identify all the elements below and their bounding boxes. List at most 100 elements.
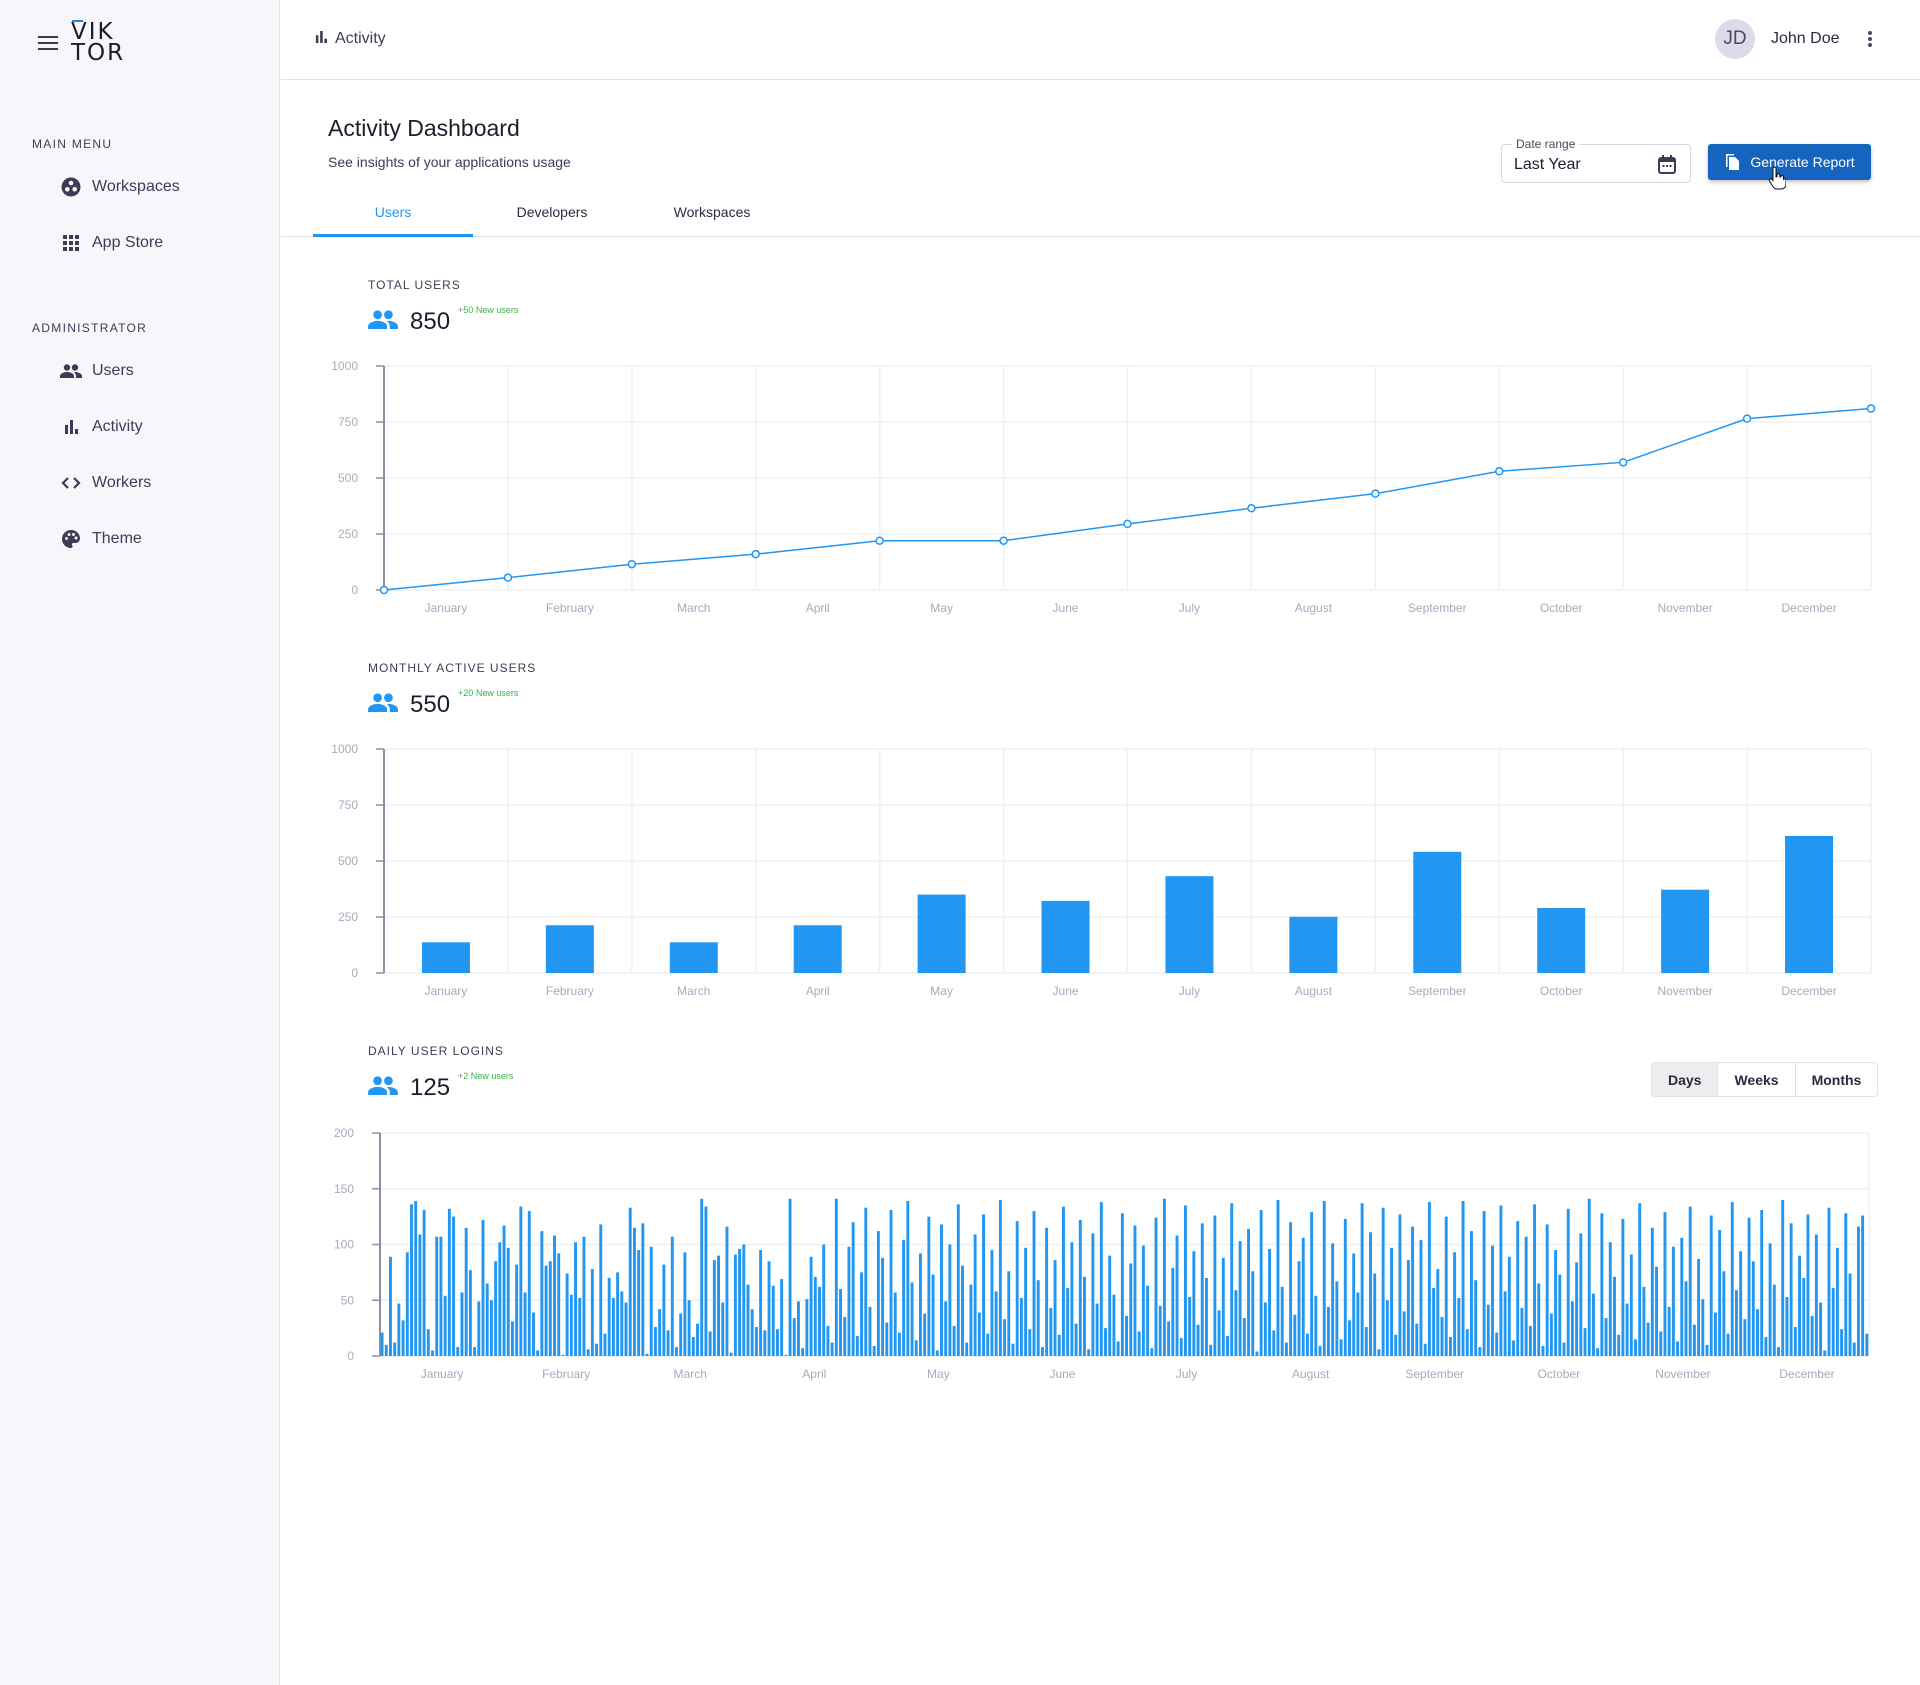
x-tick-label: March bbox=[677, 601, 710, 615]
data-bar bbox=[418, 1234, 422, 1356]
x-tick-label: September bbox=[1408, 984, 1467, 998]
data-bar bbox=[918, 1253, 922, 1356]
data-bar bbox=[1760, 1209, 1764, 1356]
data-bar bbox=[1676, 1341, 1680, 1356]
data-bar bbox=[1743, 1319, 1747, 1356]
data-bar bbox=[1213, 1215, 1217, 1356]
monthly-active-users-bar-chart: 0 250 500 750 1000 January February March April M… bbox=[331, 742, 1872, 998]
date-range-field[interactable]: Date range Last Year bbox=[1501, 137, 1691, 183]
data-bar bbox=[801, 1348, 805, 1356]
tab-workspaces[interactable]: Workspaces bbox=[632, 204, 792, 237]
toggle-months[interactable]: Months bbox=[1796, 1063, 1878, 1096]
hamburger-menu-icon[interactable] bbox=[38, 36, 58, 50]
data-bar bbox=[931, 1274, 935, 1356]
data-bar bbox=[1104, 1328, 1107, 1356]
data-bar bbox=[515, 1264, 519, 1356]
data-bar bbox=[784, 1354, 788, 1356]
data-bar bbox=[637, 1250, 641, 1356]
data-bar bbox=[1192, 1251, 1196, 1356]
data-bar bbox=[1402, 1311, 1406, 1356]
data-bar bbox=[1108, 1255, 1112, 1356]
data-bar bbox=[1768, 1243, 1772, 1356]
user-name[interactable]: John Doe bbox=[1771, 30, 1840, 48]
data-bar bbox=[586, 1349, 590, 1356]
data-bar bbox=[1146, 1285, 1150, 1356]
sidebar-item-workspaces[interactable]: Workspaces bbox=[60, 176, 180, 198]
more-vert-icon[interactable] bbox=[1867, 31, 1873, 49]
tab-users[interactable]: Users bbox=[313, 204, 473, 237]
data-bar bbox=[401, 1320, 405, 1356]
data-bar bbox=[1713, 1312, 1717, 1356]
data-bar bbox=[1348, 1320, 1351, 1356]
data-bar bbox=[1217, 1310, 1221, 1356]
data-bar bbox=[809, 1256, 813, 1356]
data-bar bbox=[1091, 1233, 1095, 1356]
data-bar bbox=[1684, 1281, 1688, 1356]
x-tick-label: November bbox=[1655, 1367, 1710, 1381]
data-bar bbox=[1188, 1296, 1192, 1356]
data-bar bbox=[393, 1342, 397, 1356]
data-bar bbox=[1230, 1203, 1234, 1356]
data-bar bbox=[876, 1231, 880, 1356]
users-icon bbox=[368, 1076, 398, 1100]
data-bar bbox=[767, 1261, 771, 1356]
data-bar bbox=[1617, 1334, 1621, 1356]
data-bar bbox=[1516, 1221, 1520, 1356]
data-bar bbox=[473, 1347, 477, 1356]
data-bar bbox=[498, 1242, 502, 1356]
data-bar bbox=[1305, 1333, 1309, 1356]
data-bar bbox=[855, 1335, 859, 1356]
data-bar bbox=[582, 1236, 586, 1356]
y-tick-label: 500 bbox=[338, 854, 358, 868]
data-bar bbox=[523, 1292, 527, 1356]
generate-report-button[interactable]: Generate Report bbox=[1708, 144, 1871, 180]
avatar[interactable]: JD bbox=[1715, 19, 1755, 59]
data-bar bbox=[1448, 1337, 1452, 1356]
toggle-days[interactable]: Days bbox=[1652, 1063, 1719, 1096]
logo[interactable]: VIK TOR bbox=[71, 20, 125, 65]
data-bar bbox=[704, 1206, 708, 1356]
data-bar bbox=[510, 1321, 514, 1356]
data-bar bbox=[1482, 1211, 1486, 1356]
data-bar bbox=[1781, 1199, 1785, 1356]
total-users-label: TOTAL USERS bbox=[368, 278, 461, 292]
data-bar bbox=[1520, 1308, 1524, 1356]
x-tick-label: November bbox=[1657, 984, 1712, 998]
data-bar bbox=[990, 1250, 994, 1356]
data-bar bbox=[1735, 1290, 1738, 1356]
data-bar bbox=[1844, 1213, 1848, 1356]
sidebar-item-app-store[interactable]: App Store bbox=[60, 232, 163, 254]
data-bar bbox=[1150, 1348, 1154, 1356]
toggle-weeks[interactable]: Weeks bbox=[1718, 1063, 1796, 1096]
data-bar bbox=[994, 1291, 998, 1356]
data-bar bbox=[481, 1219, 485, 1356]
data-bar bbox=[439, 1236, 443, 1356]
y-tick-label: 1000 bbox=[331, 742, 358, 756]
data-bar bbox=[414, 1201, 418, 1356]
data-bar bbox=[1613, 1276, 1616, 1356]
tab-developers[interactable]: Developers bbox=[472, 204, 632, 237]
data-bar bbox=[1541, 1345, 1545, 1356]
y-tick-label: 0 bbox=[351, 966, 358, 980]
data-bar bbox=[669, 942, 718, 973]
sidebar-item-label: Workspaces bbox=[92, 178, 180, 195]
data-point bbox=[1618, 458, 1628, 467]
data-bar bbox=[1661, 889, 1710, 973]
data-bar bbox=[1789, 1223, 1793, 1356]
x-tick-label: October bbox=[1540, 601, 1583, 615]
data-bar bbox=[485, 1283, 489, 1356]
data-point bbox=[1247, 503, 1256, 513]
data-bar bbox=[1600, 1213, 1604, 1356]
calendar-icon[interactable] bbox=[1658, 155, 1676, 179]
data-bar bbox=[506, 1247, 510, 1356]
page-subtitle: See insights of your applications usage bbox=[328, 154, 571, 170]
data-bar bbox=[1423, 1343, 1427, 1356]
data-bar bbox=[532, 1312, 535, 1356]
data-bar bbox=[1583, 1328, 1587, 1356]
total-users-value: 850 bbox=[410, 308, 451, 335]
data-bar bbox=[1028, 1329, 1032, 1356]
data-bar bbox=[502, 1225, 506, 1356]
data-bar bbox=[1167, 1321, 1171, 1356]
data-bar bbox=[679, 1313, 683, 1356]
data-bar bbox=[1373, 1273, 1377, 1356]
